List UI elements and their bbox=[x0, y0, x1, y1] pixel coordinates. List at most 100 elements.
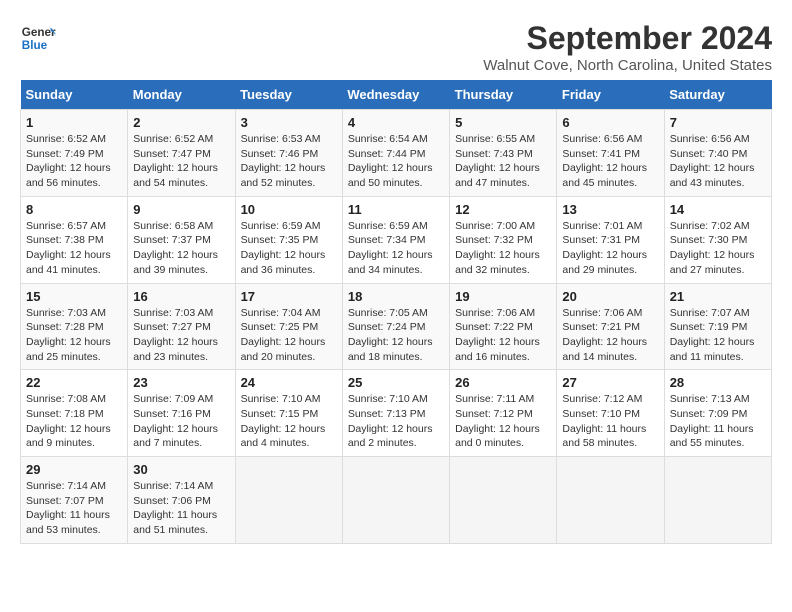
day-info: Sunrise: 6:58 AM Sunset: 7:37 PM Dayligh… bbox=[133, 219, 229, 278]
day-info: Sunrise: 7:14 AM Sunset: 7:07 PM Dayligh… bbox=[26, 479, 122, 538]
column-header-saturday: Saturday bbox=[664, 80, 771, 110]
day-number: 18 bbox=[348, 289, 444, 304]
day-number: 2 bbox=[133, 115, 229, 130]
day-number: 15 bbox=[26, 289, 122, 304]
calendar-cell: 7 Sunrise: 6:56 AM Sunset: 7:40 PM Daylig… bbox=[664, 110, 771, 197]
day-number: 6 bbox=[562, 115, 658, 130]
calendar-cell: 22 Sunrise: 7:08 AM Sunset: 7:18 PM Dayli… bbox=[21, 370, 128, 457]
calendar-cell: 9 Sunrise: 6:58 AM Sunset: 7:37 PM Daylig… bbox=[128, 196, 235, 283]
calendar-cell bbox=[557, 457, 664, 544]
calendar-cell: 11 Sunrise: 6:59 AM Sunset: 7:34 PM Dayli… bbox=[342, 196, 449, 283]
day-number: 26 bbox=[455, 375, 551, 390]
day-info: Sunrise: 7:12 AM Sunset: 7:10 PM Dayligh… bbox=[562, 392, 658, 451]
day-number: 1 bbox=[26, 115, 122, 130]
day-info: Sunrise: 6:56 AM Sunset: 7:40 PM Dayligh… bbox=[670, 132, 766, 191]
day-number: 22 bbox=[26, 375, 122, 390]
column-header-thursday: Thursday bbox=[450, 80, 557, 110]
calendar-cell: 27Sunrise: 7:12 AM Sunset: 7:10 PM Dayli… bbox=[557, 370, 664, 457]
calendar-cell: 30 Sunrise: 7:14 AM Sunset: 7:06 PM Dayli… bbox=[128, 457, 235, 544]
day-info: Sunrise: 7:02 AM Sunset: 7:30 PM Dayligh… bbox=[670, 219, 766, 278]
day-info: Sunrise: 6:57 AM Sunset: 7:38 PM Dayligh… bbox=[26, 219, 122, 278]
day-number: 3 bbox=[241, 115, 337, 130]
day-number: 19 bbox=[455, 289, 551, 304]
column-header-tuesday: Tuesday bbox=[235, 80, 342, 110]
calendar-cell: 15 Sunrise: 7:03 AM Sunset: 7:28 PM Dayli… bbox=[21, 283, 128, 370]
day-number: 13 bbox=[562, 202, 658, 217]
calendar-cell: 18Sunrise: 7:05 AM Sunset: 7:24 PM Dayli… bbox=[342, 283, 449, 370]
calendar-cell: 13 Sunrise: 7:01 AM Sunset: 7:31 PM Dayli… bbox=[557, 196, 664, 283]
day-info: Sunrise: 7:00 AM Sunset: 7:32 PM Dayligh… bbox=[455, 219, 551, 278]
day-number: 28 bbox=[670, 375, 766, 390]
day-number: 21 bbox=[670, 289, 766, 304]
day-number: 30 bbox=[133, 462, 229, 477]
day-info: Sunrise: 7:08 AM Sunset: 7:18 PM Dayligh… bbox=[26, 392, 122, 451]
day-number: 7 bbox=[670, 115, 766, 130]
day-info: Sunrise: 7:11 AM Sunset: 7:12 PM Dayligh… bbox=[455, 392, 551, 451]
day-info: Sunrise: 7:10 AM Sunset: 7:15 PM Dayligh… bbox=[241, 392, 337, 451]
day-info: Sunrise: 7:10 AM Sunset: 7:13 PM Dayligh… bbox=[348, 392, 444, 451]
day-number: 17 bbox=[241, 289, 337, 304]
calendar-cell: 21 Sunrise: 7:07 AM Sunset: 7:19 PM Dayli… bbox=[664, 283, 771, 370]
calendar-cell: 25 Sunrise: 7:10 AM Sunset: 7:13 PM Dayli… bbox=[342, 370, 449, 457]
svg-text:Blue: Blue bbox=[22, 39, 48, 52]
week-row-1: 1 Sunrise: 6:52 AM Sunset: 7:49 PM Daylig… bbox=[21, 110, 772, 197]
calendar-cell: 29Sunrise: 7:14 AM Sunset: 7:07 PM Dayli… bbox=[21, 457, 128, 544]
day-number: 5 bbox=[455, 115, 551, 130]
logo: General Blue bbox=[20, 20, 56, 56]
calendar-cell: 16Sunrise: 7:03 AM Sunset: 7:27 PM Dayli… bbox=[128, 283, 235, 370]
day-info: Sunrise: 7:07 AM Sunset: 7:19 PM Dayligh… bbox=[670, 306, 766, 365]
column-header-sunday: Sunday bbox=[21, 80, 128, 110]
day-info: Sunrise: 6:59 AM Sunset: 7:34 PM Dayligh… bbox=[348, 219, 444, 278]
title-area: September 2024 Walnut Cove, North Caroli… bbox=[483, 20, 772, 74]
calendar-cell: 8 Sunrise: 6:57 AM Sunset: 7:38 PM Daylig… bbox=[21, 196, 128, 283]
day-number: 14 bbox=[670, 202, 766, 217]
week-row-2: 8 Sunrise: 6:57 AM Sunset: 7:38 PM Daylig… bbox=[21, 196, 772, 283]
day-info: Sunrise: 6:56 AM Sunset: 7:41 PM Dayligh… bbox=[562, 132, 658, 191]
calendar-cell bbox=[450, 457, 557, 544]
day-info: Sunrise: 7:01 AM Sunset: 7:31 PM Dayligh… bbox=[562, 219, 658, 278]
calendar-cell: 6 Sunrise: 6:56 AM Sunset: 7:41 PM Daylig… bbox=[557, 110, 664, 197]
calendar-cell: 5Sunrise: 6:55 AM Sunset: 7:43 PM Daylig… bbox=[450, 110, 557, 197]
day-info: Sunrise: 6:52 AM Sunset: 7:49 PM Dayligh… bbox=[26, 132, 122, 191]
column-header-friday: Friday bbox=[557, 80, 664, 110]
calendar-cell: 26 Sunrise: 7:11 AM Sunset: 7:12 PM Dayli… bbox=[450, 370, 557, 457]
calendar-cell: 19 Sunrise: 7:06 AM Sunset: 7:22 PM Dayli… bbox=[450, 283, 557, 370]
page-subtitle: Walnut Cove, North Carolina, United Stat… bbox=[483, 57, 772, 74]
day-info: Sunrise: 6:52 AM Sunset: 7:47 PM Dayligh… bbox=[133, 132, 229, 191]
logo-icon: General Blue bbox=[20, 20, 56, 56]
day-number: 23 bbox=[133, 375, 229, 390]
week-row-5: 29Sunrise: 7:14 AM Sunset: 7:07 PM Dayli… bbox=[21, 457, 772, 544]
day-info: Sunrise: 7:14 AM Sunset: 7:06 PM Dayligh… bbox=[133, 479, 229, 538]
day-info: Sunrise: 7:09 AM Sunset: 7:16 PM Dayligh… bbox=[133, 392, 229, 451]
calendar-cell: 1 Sunrise: 6:52 AM Sunset: 7:49 PM Daylig… bbox=[21, 110, 128, 197]
calendar-cell: 12 Sunrise: 7:00 AM Sunset: 7:32 PM Dayli… bbox=[450, 196, 557, 283]
day-info: Sunrise: 6:59 AM Sunset: 7:35 PM Dayligh… bbox=[241, 219, 337, 278]
day-number: 24 bbox=[241, 375, 337, 390]
calendar-cell: 23 Sunrise: 7:09 AM Sunset: 7:16 PM Dayli… bbox=[128, 370, 235, 457]
calendar-cell bbox=[235, 457, 342, 544]
day-info: Sunrise: 7:03 AM Sunset: 7:28 PM Dayligh… bbox=[26, 306, 122, 365]
header: General Blue September 2024 Walnut Cove,… bbox=[20, 20, 772, 74]
page-title: September 2024 bbox=[483, 20, 772, 57]
calendar-cell: 10 Sunrise: 6:59 AM Sunset: 7:35 PM Dayli… bbox=[235, 196, 342, 283]
day-info: Sunrise: 6:54 AM Sunset: 7:44 PM Dayligh… bbox=[348, 132, 444, 191]
day-info: Sunrise: 6:53 AM Sunset: 7:46 PM Dayligh… bbox=[241, 132, 337, 191]
week-row-4: 22 Sunrise: 7:08 AM Sunset: 7:18 PM Dayli… bbox=[21, 370, 772, 457]
day-number: 10 bbox=[241, 202, 337, 217]
calendar-cell: 28Sunrise: 7:13 AM Sunset: 7:09 PM Dayli… bbox=[664, 370, 771, 457]
calendar-cell bbox=[664, 457, 771, 544]
day-info: Sunrise: 7:04 AM Sunset: 7:25 PM Dayligh… bbox=[241, 306, 337, 365]
day-number: 25 bbox=[348, 375, 444, 390]
day-number: 8 bbox=[26, 202, 122, 217]
day-number: 11 bbox=[348, 202, 444, 217]
day-info: Sunrise: 7:06 AM Sunset: 7:21 PM Dayligh… bbox=[562, 306, 658, 365]
calendar-cell: 4 Sunrise: 6:54 AM Sunset: 7:44 PM Daylig… bbox=[342, 110, 449, 197]
calendar-cell: 14 Sunrise: 7:02 AM Sunset: 7:30 PM Dayli… bbox=[664, 196, 771, 283]
day-number: 20 bbox=[562, 289, 658, 304]
day-number: 4 bbox=[348, 115, 444, 130]
day-info: Sunrise: 7:06 AM Sunset: 7:22 PM Dayligh… bbox=[455, 306, 551, 365]
calendar-cell: 24 Sunrise: 7:10 AM Sunset: 7:15 PM Dayli… bbox=[235, 370, 342, 457]
column-header-monday: Monday bbox=[128, 80, 235, 110]
day-number: 12 bbox=[455, 202, 551, 217]
day-number: 9 bbox=[133, 202, 229, 217]
